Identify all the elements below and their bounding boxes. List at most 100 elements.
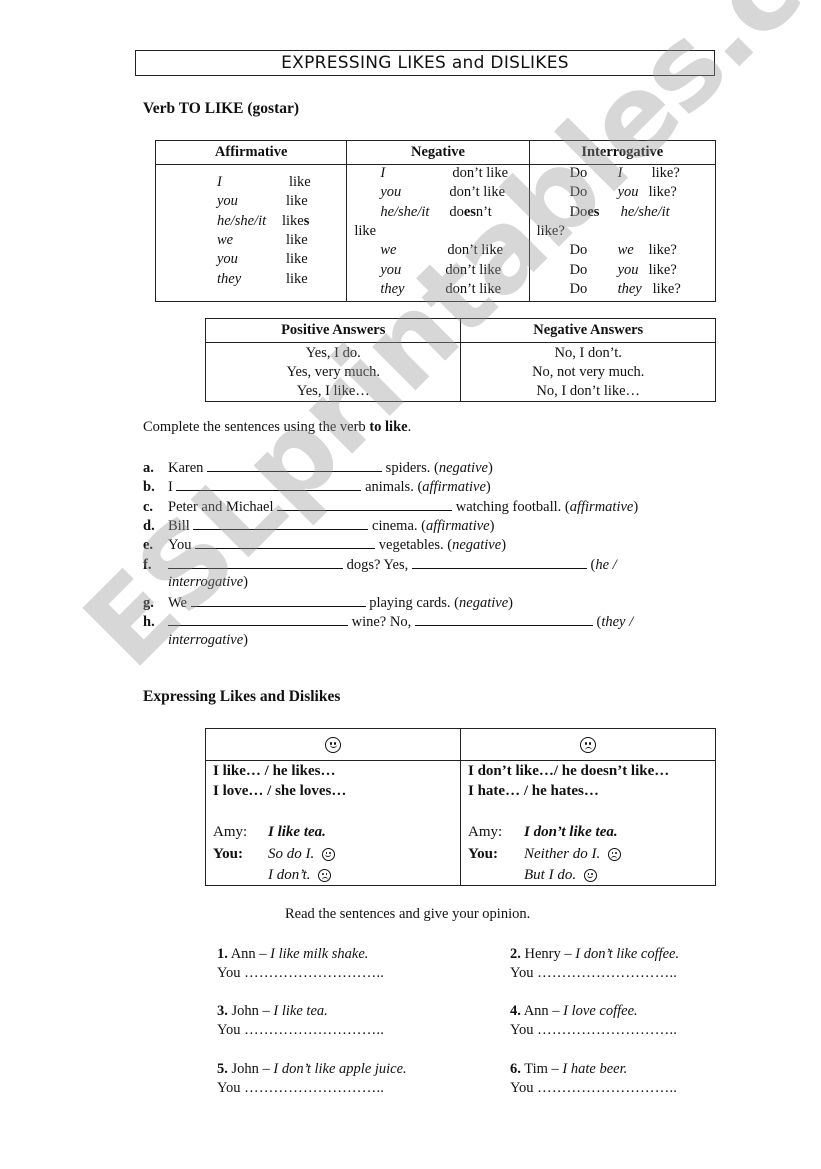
- answer-dots[interactable]: ………………………..: [537, 965, 677, 981]
- quote: I don’t like apple juice.: [273, 1061, 407, 1077]
- dislikes-header-cell: [460, 728, 716, 761]
- pronoun: you: [617, 184, 639, 201]
- opinion-statement: 5. John – I don’t like apple juice.: [217, 1060, 407, 1079]
- sad-face-icon: [580, 736, 596, 753]
- verb-form: don’t like: [445, 280, 502, 297]
- item-hint: affirmative: [425, 517, 490, 534]
- item-text: ): [508, 595, 513, 612]
- opinion-item: 6. Tim – I hate beer. You ………………………..: [510, 1060, 677, 1098]
- item-text: Peter and Michael: [168, 498, 278, 515]
- opinion-answer: You ………………………..: [510, 964, 679, 983]
- item-text: ): [501, 537, 507, 554]
- verb-form: don’t like: [449, 184, 506, 201]
- auxiliary: Do: [569, 165, 588, 181]
- answer-dots[interactable]: ………………………..: [244, 965, 384, 981]
- auxiliary: Do: [569, 184, 588, 201]
- answer-blank[interactable]: [176, 476, 362, 492]
- item-hint: negative: [459, 595, 509, 612]
- answer-blank[interactable]: [195, 534, 376, 550]
- sad-face-icon: [318, 869, 331, 883]
- item-number: 2.: [510, 946, 521, 962]
- item-text: Bill: [168, 517, 194, 534]
- quote: I like tea.: [273, 1003, 328, 1019]
- likes-header-cell: [205, 728, 461, 761]
- opinion-statement: 3. John – I like tea.: [217, 1002, 384, 1021]
- answer-blank[interactable]: [411, 554, 587, 569]
- answer-blank[interactable]: [193, 515, 369, 530]
- auxiliary: Do: [569, 280, 588, 297]
- item-text: wine? No,: [348, 614, 415, 631]
- verb-form: like?: [648, 261, 677, 278]
- answer-blank[interactable]: [168, 554, 343, 569]
- answer-blank[interactable]: [207, 457, 383, 472]
- exercise-item-continued: interrogative): [168, 573, 248, 592]
- smiley-face-icon: [583, 869, 597, 883]
- pronoun: you: [217, 251, 238, 268]
- item-text: watching football. (: [452, 498, 570, 515]
- pronoun: you: [617, 261, 639, 278]
- answer-dots[interactable]: ………………………..: [244, 1080, 384, 1096]
- verb-form: like?: [651, 165, 680, 181]
- pronoun: I: [617, 165, 623, 181]
- pronoun: I: [217, 174, 222, 190]
- answer-dots[interactable]: ………………………..: [537, 1022, 677, 1038]
- exercise-item-continued: interrogative): [168, 631, 248, 650]
- exercise-item: d. Bill cinema. (affirmative): [143, 515, 494, 536]
- item-text: cinema. (: [368, 517, 426, 534]
- item-text: You: [168, 537, 196, 554]
- verb-form: like: [289, 174, 311, 190]
- item-label: a.: [143, 460, 154, 476]
- reply-text: Neither do I.: [524, 846, 601, 862]
- verb-wrap: like?: [536, 222, 565, 239]
- verb-form: like: [286, 251, 308, 268]
- smiley-face-icon: [321, 848, 335, 862]
- item-hint: affirmative: [422, 479, 486, 496]
- verb-form: don’t like: [445, 261, 502, 278]
- verb-form: don’t like: [447, 242, 504, 259]
- pronoun: he/she/it: [380, 203, 430, 220]
- answer-blank[interactable]: [168, 611, 348, 627]
- quote: I don’t like coffee.: [575, 946, 680, 962]
- amy-label: Amy:: [468, 824, 503, 840]
- item-label: e.: [143, 537, 154, 554]
- opinion-answer: You ………………………..: [217, 964, 384, 983]
- opinion-item: 4. Ann – I love coffee. You ………………………..: [510, 1002, 677, 1040]
- item-text: ): [243, 573, 249, 590]
- reply-disagree: But I do.: [524, 867, 597, 884]
- speaker: Tim –: [520, 1061, 563, 1077]
- answer-blank[interactable]: [277, 496, 453, 511]
- pronoun: you: [380, 184, 402, 201]
- negative-answer: No, not very much.: [532, 364, 645, 380]
- you-label: You:: [213, 846, 244, 862]
- item-hint: he /: [595, 556, 617, 573]
- item-label: f.: [143, 556, 152, 573]
- reply-text: I don’t.: [268, 867, 311, 883]
- answer-blank[interactable]: [414, 611, 593, 627]
- amy-statement: I like tea.: [268, 824, 326, 840]
- section-heading-expressing: Expressing Likes and Dislikes: [143, 688, 341, 705]
- smiley-face-icon: [325, 736, 341, 753]
- header-positive-answers: Positive Answers: [204, 318, 462, 343]
- pronoun: I: [380, 165, 386, 181]
- item-label: b.: [143, 479, 155, 496]
- likes-body-cell: I like… / he likes… I love… / she loves……: [205, 760, 461, 886]
- answer-dots[interactable]: ………………………..: [537, 1080, 677, 1096]
- dislikes-line-1: I don’t like…/ he doesn’t like…: [468, 763, 670, 779]
- answer-dots[interactable]: ………………………..: [244, 1022, 384, 1038]
- pronoun: they: [217, 270, 242, 287]
- opinion-answer: You ………………………..: [510, 1021, 677, 1040]
- reply-agree: Neither do I.: [524, 846, 621, 863]
- you-label: You:: [468, 846, 499, 862]
- positive-answer: Yes, very much.: [286, 364, 381, 380]
- item-text: ): [485, 479, 491, 496]
- sad-face-icon: [607, 848, 621, 862]
- answer-blank[interactable]: [190, 592, 366, 608]
- negative-cell: Idon’t like you don’t like he/she/it doesn’t…: [346, 164, 530, 302]
- interrogative-cell: Do Ilike? Do you like? Does he/she/it like? Do we…: [528, 164, 717, 302]
- verb-form: like: [286, 270, 308, 287]
- exercise-item: a. Karen spiders. (negative): [143, 457, 493, 478]
- item-text: dogs? Yes,: [343, 556, 412, 573]
- item-number: 6.: [510, 1061, 521, 1077]
- section-heading-verb-to-like: Verb TO LIKE (gostar): [143, 100, 300, 117]
- pronoun: we: [380, 242, 397, 259]
